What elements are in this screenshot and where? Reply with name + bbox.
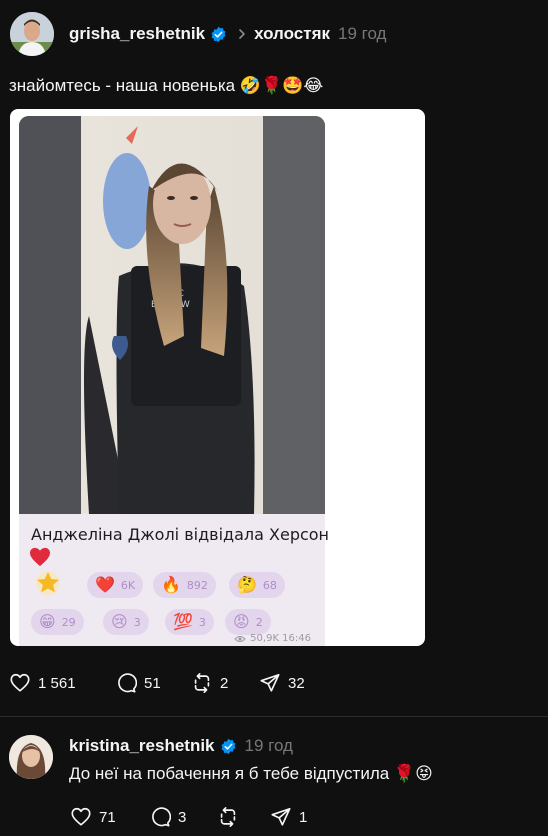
- verified-badge-icon: [211, 26, 226, 42]
- reaction-cry[interactable]: 😢 3: [103, 609, 149, 635]
- reply-repost-button[interactable]: [217, 806, 239, 828]
- reply-like-count: 71: [99, 808, 116, 826]
- comment-button[interactable]: 51: [115, 672, 161, 694]
- repost-count: 2: [220, 674, 229, 692]
- reaction-fire-emoji: 🔥: [161, 575, 181, 594]
- reaction-hundred[interactable]: 💯 3: [165, 609, 214, 635]
- share-count: 32: [288, 674, 305, 692]
- reaction-angry-emoji: 😡: [233, 612, 250, 631]
- comment-count: 51: [144, 674, 161, 692]
- heart-icon: [30, 547, 50, 567]
- post-time: 19 год: [338, 24, 387, 43]
- media-caption: Анджеліна Джолі відвідала Херсон: [31, 525, 330, 544]
- verified-badge-icon: [221, 738, 236, 754]
- reaction-heart-emoji: ❤️: [95, 575, 115, 594]
- repost-icon: [194, 673, 210, 693]
- reaction-angry-count: 2: [255, 615, 263, 629]
- topic-tag[interactable]: холостяк: [254, 24, 330, 44]
- reply-comment-button[interactable]: 3: [149, 806, 186, 828]
- divider: [0, 716, 548, 717]
- media-photo: LEGAC BE OF W: [19, 116, 325, 514]
- reaction-fire[interactable]: 🔥 892: [153, 572, 216, 598]
- post-media[interactable]: LEGAC BE OF W Анджеліна Джолі відвідала …: [10, 109, 425, 646]
- share-button[interactable]: 32: [259, 672, 305, 694]
- reply-time: 19 год: [244, 736, 293, 755]
- post-header: grisha_reshetnik холостяк 19 год: [69, 23, 386, 45]
- repost-icon: [220, 807, 236, 827]
- heart-outline-icon: [71, 807, 91, 826]
- post-text: знайомтесь - наша новенька 🤣🌹🤩😂: [9, 76, 324, 95]
- comment-icon: [152, 807, 171, 827]
- reaction-hundred-emoji: 💯: [173, 612, 193, 631]
- reaction-thinking-count: 68: [262, 578, 277, 592]
- like-count: 1 561: [38, 674, 76, 692]
- reaction-star[interactable]: [31, 570, 65, 596]
- star-icon: [36, 571, 60, 595]
- reaction-heart-count: 6K: [120, 578, 136, 592]
- heart-outline-icon: [10, 673, 30, 692]
- reaction-grin-emoji: 😁: [39, 612, 56, 631]
- telegram-card: Анджеліна Джолі відвідала Херсон ❤️ 6K 🔥…: [19, 514, 329, 646]
- eye-icon: [234, 635, 246, 642]
- reply-header: kristina_reshetnik 19 год: [69, 735, 293, 757]
- reaction-cry-emoji: 😢: [111, 612, 128, 631]
- reply-text: До неї на побачення я б тебе відпустила …: [69, 764, 433, 783]
- reaction-grin[interactable]: 😁 29: [31, 609, 84, 635]
- like-button[interactable]: 1 561: [9, 672, 76, 694]
- reply-username[interactable]: kristina_reshetnik: [69, 736, 215, 756]
- views-timestamp: 50,9K 16:46: [234, 633, 311, 644]
- reply-avatar[interactable]: [9, 735, 53, 779]
- reaction-cry-count: 3: [133, 615, 141, 629]
- reply-share-button[interactable]: 1: [270, 806, 307, 828]
- reaction-fire-count: 892: [186, 578, 208, 592]
- author-username[interactable]: grisha_reshetnik: [69, 24, 205, 44]
- reply-like-button[interactable]: 71: [70, 806, 116, 828]
- reaction-angry[interactable]: 😡 2: [225, 609, 271, 635]
- reaction-hundred-count: 3: [198, 615, 206, 629]
- views-text: 50,9K 16:46: [250, 633, 311, 644]
- author-avatar[interactable]: [10, 12, 54, 56]
- reaction-thinking[interactable]: 🤔 68: [229, 572, 285, 598]
- reaction-grin-count: 29: [61, 615, 76, 629]
- comment-icon: [118, 673, 137, 693]
- reaction-thinking-emoji: 🤔: [237, 575, 257, 594]
- send-icon: [260, 673, 280, 692]
- reply-comment-count: 3: [178, 808, 187, 826]
- send-icon: [271, 807, 291, 826]
- chevron-right-icon: [239, 29, 245, 39]
- repost-button[interactable]: 2: [191, 672, 228, 694]
- reply-share-count: 1: [299, 808, 308, 826]
- reaction-heart[interactable]: ❤️ 6K: [87, 572, 144, 598]
